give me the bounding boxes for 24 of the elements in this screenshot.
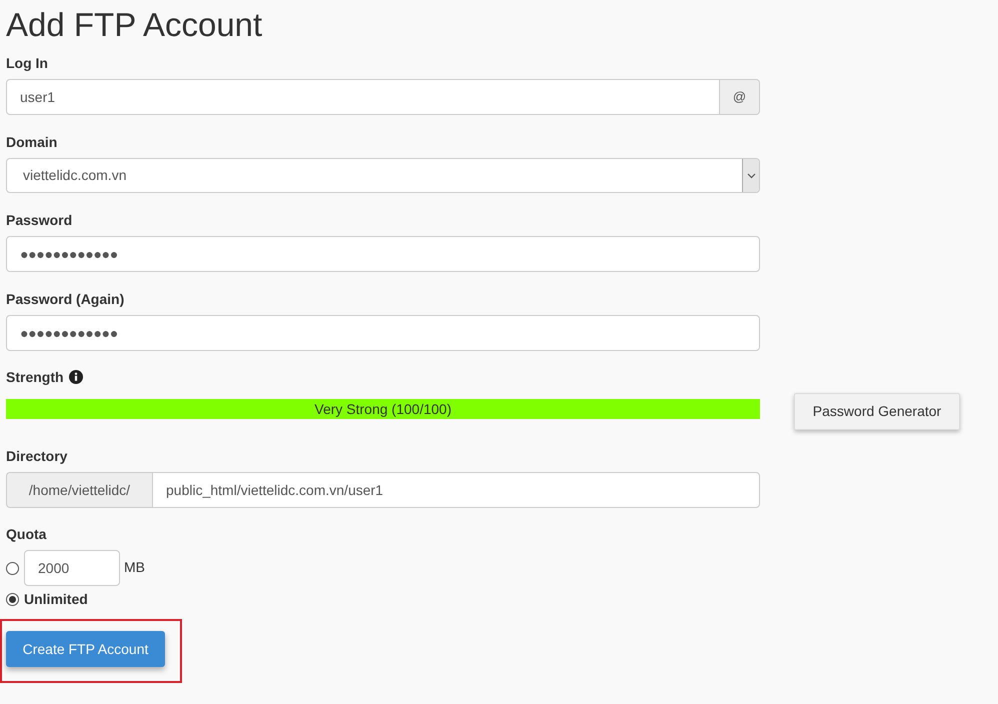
field-label: Directory bbox=[6, 447, 68, 466]
field-label: Domain bbox=[6, 133, 58, 152]
strength-reading: Very Strong (100/100) bbox=[314, 400, 452, 419]
quota-input[interactable]: 2000 bbox=[24, 550, 120, 586]
password-generator-button[interactable]: Password Generator bbox=[794, 393, 960, 430]
field-label: Password bbox=[6, 211, 72, 230]
password-input[interactable]: ●●●●●●●●●●●● bbox=[6, 315, 760, 351]
unit-label: MB bbox=[124, 558, 145, 576]
page-title: Add FTP Account bbox=[6, 5, 262, 45]
field-label: Quota bbox=[6, 525, 46, 544]
login-input[interactable]: user1 bbox=[6, 79, 720, 115]
input-addon: @ bbox=[720, 79, 760, 115]
domain-select[interactable]: viettelidc.com.vn bbox=[6, 158, 760, 193]
field-label: Strength bbox=[6, 368, 64, 387]
info-icon[interactable] bbox=[68, 370, 83, 384]
create-ftp-account-button[interactable]: Create FTP Account bbox=[6, 631, 165, 667]
password-input[interactable]: ●●●●●●●●●●●● bbox=[6, 236, 760, 272]
field-label: Log In bbox=[6, 54, 48, 73]
radio-button[interactable] bbox=[6, 592, 19, 606]
input-addon: /home/viettelidc/ bbox=[6, 472, 152, 508]
field-label: Password (Again) bbox=[6, 290, 124, 309]
radio-label[interactable]: Unlimited bbox=[24, 588, 88, 610]
directory-input[interactable]: public_html/viettelidc.com.vn/user1 bbox=[152, 472, 760, 508]
radio-button[interactable] bbox=[6, 562, 19, 574]
